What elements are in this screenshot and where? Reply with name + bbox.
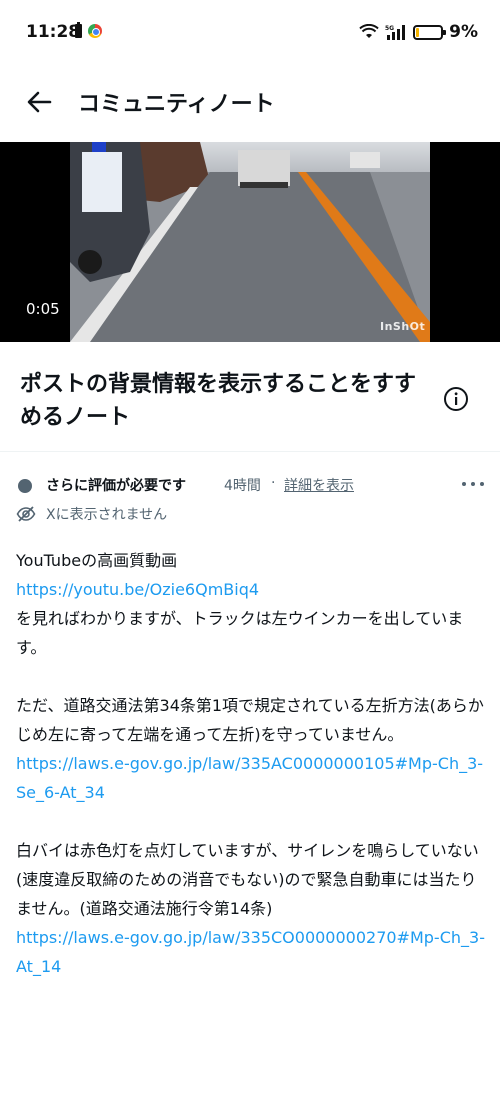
eye-off-icon: [16, 506, 36, 522]
note-meta-row: さらに評価が必要です 4時間 · 詳細を表示: [0, 470, 500, 500]
status-bar: 11:28 5G 9%: [0, 0, 500, 66]
more-dot: [480, 482, 484, 486]
law-link[interactable]: https://laws.e-gov.go.jp/law/335CO000000…: [16, 928, 485, 976]
status-notification-icons: [75, 22, 102, 38]
page-title: コミュニティノート: [78, 92, 275, 117]
network-type: 5G: [385, 25, 394, 32]
video-timestamp: 0:05: [26, 300, 60, 318]
battery-percent: 9%: [449, 22, 478, 42]
battery-icon: [413, 24, 447, 40]
more-dot: [471, 482, 475, 486]
app-header: コミュニティノート: [0, 66, 500, 142]
visibility-status: Xに表示されません: [46, 507, 168, 523]
chrome-icon: [88, 24, 102, 38]
note-time: 4時間: [224, 478, 261, 494]
status-dot-icon: [18, 479, 32, 493]
video-watermark: InShOt: [380, 320, 426, 333]
video-frame: [70, 142, 430, 342]
note-body: YouTubeの高画質動画 https://youtu.be/Ozie6QmBi…: [16, 546, 486, 981]
video-player[interactable]: 0:05 InShOt: [0, 142, 500, 342]
note-title-section: ポストの背景情報を表示することをすすめるノート: [0, 342, 500, 452]
details-link[interactable]: 詳細を表示: [284, 475, 354, 495]
meta-separator: ·: [271, 475, 276, 491]
body-text: を見ればわかりますが、トラックは左ウインカーを出しています。: [16, 609, 464, 657]
battery-saver-icon: [75, 22, 82, 38]
youtube-link[interactable]: https://youtu.be/Ozie6QmBiq4: [16, 580, 259, 599]
wifi-icon: [359, 24, 379, 38]
more-options-icon[interactable]: [462, 482, 484, 490]
body-text: YouTubeの高画質動画: [16, 551, 178, 570]
body-text: 白バイは赤色灯を点灯していますが、サイレンを鳴らしていない(速度違反取締のための…: [16, 841, 479, 918]
status-time: 11:28: [26, 22, 81, 42]
status-system-icons: 5G 9%: [359, 22, 478, 42]
note-status: さらに評価が必要です: [46, 478, 186, 494]
arrow-left-icon[interactable]: [22, 84, 58, 120]
law-link[interactable]: https://laws.e-gov.go.jp/law/335AC000000…: [16, 754, 483, 802]
note-title: ポストの背景情報を表示することをすすめるノート: [20, 372, 417, 430]
body-text: ただ、道路交通法第34条第1項で規定されている左折方法(あらかじめ左に寄って左端…: [16, 696, 484, 744]
info-icon[interactable]: [443, 386, 469, 412]
more-dot: [462, 482, 466, 486]
signal-icon: 5G: [385, 25, 406, 40]
visibility-row: Xに表示されません: [0, 500, 500, 528]
